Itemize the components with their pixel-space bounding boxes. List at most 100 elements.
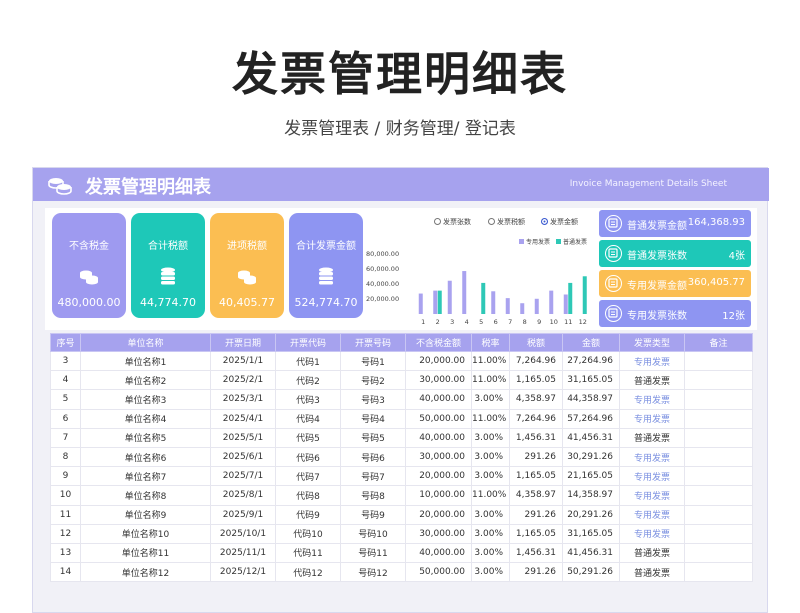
table-cell[interactable]: 号码8 (340, 485, 406, 506)
table-cell[interactable]: 14,358.97 (562, 485, 620, 506)
table-cell[interactable]: 31,165.05 (562, 523, 620, 544)
bar-special-4[interactable] (462, 271, 467, 314)
table-cell[interactable]: 30,000.00 (405, 523, 472, 544)
table-cell[interactable]: 代码8 (275, 485, 341, 506)
table-row[interactable]: 13 单位名称11 2025/11/1 代码11 号码11 40,000.00 3.00% 1… (50, 542, 753, 564)
bar-normal-5[interactable] (481, 282, 486, 314)
table-cell[interactable]: 30,291.26 (562, 446, 620, 468)
table-cell[interactable]: 57,264.96 (562, 408, 620, 429)
table-cell[interactable]: 代码10 (275, 523, 341, 544)
table-cell[interactable]: 专用发票 (619, 446, 685, 468)
table-cell[interactable]: 专用发票 (619, 408, 685, 429)
table-cell[interactable]: 11.00% (471, 370, 510, 391)
table-cell[interactable]: 40,000.00 (405, 427, 472, 448)
table-cell[interactable]: 号码6 (340, 446, 406, 468)
table-cell[interactable]: 代码7 (275, 466, 341, 487)
table-cell[interactable]: 2025/12/1 (210, 562, 276, 583)
table-cell[interactable]: 3.00% (471, 562, 510, 583)
bar-special-11[interactable] (563, 294, 568, 315)
table-row[interactable]: 10 单位名称8 2025/8/1 代码8 号码8 10,000.00 11.00% 4,35… (50, 485, 753, 506)
table-cell[interactable]: 号码5 (340, 427, 406, 448)
table-cell[interactable]: 2025/6/1 (210, 446, 276, 468)
table-cell[interactable]: 3.00% (471, 446, 510, 468)
table-cell[interactable] (684, 542, 753, 564)
bar-normal-11[interactable] (568, 282, 573, 314)
bar-normal-2[interactable] (437, 290, 442, 314)
table-cell[interactable]: 9 (50, 466, 81, 487)
table-cell[interactable]: 41,456.31 (562, 427, 620, 448)
table-row[interactable]: 11 单位名称9 2025/9/1 代码9 号码9 20,000.00 3.00% 291.2… (50, 504, 753, 525)
bar-special-8[interactable] (520, 303, 525, 314)
column-header[interactable]: 不含税金额 (405, 333, 472, 352)
table-cell[interactable]: 30,000.00 (405, 446, 472, 468)
table-cell[interactable]: 普通发票 (619, 427, 685, 448)
table-cell[interactable]: 40,000.00 (405, 542, 472, 564)
table-cell[interactable]: 代码12 (275, 562, 341, 583)
table-cell[interactable]: 10 (50, 485, 81, 506)
table-cell[interactable]: 7,264.96 (509, 408, 563, 429)
table-cell[interactable]: 1,456.31 (509, 542, 563, 564)
column-header[interactable]: 税额 (509, 333, 563, 352)
table-cell[interactable]: 3 (50, 350, 81, 372)
table-cell[interactable]: 11.00% (471, 350, 510, 372)
table-cell[interactable]: 11.00% (471, 408, 510, 429)
table-row[interactable]: 7 单位名称5 2025/5/1 代码5 号码5 40,000.00 3.00% 1,456.… (50, 427, 753, 448)
column-header[interactable]: 序号 (50, 333, 81, 352)
table-cell[interactable]: 代码4 (275, 408, 341, 429)
table-row[interactable]: 6 单位名称4 2025/4/1 代码4 号码4 50,000.00 11.00% 7,264… (50, 408, 753, 429)
table-cell[interactable]: 44,358.97 (562, 389, 620, 410)
table-cell[interactable]: 1,456.31 (509, 427, 563, 448)
table-cell[interactable]: 普通发票 (619, 370, 685, 391)
table-cell[interactable]: 2025/1/1 (210, 350, 276, 372)
table-cell[interactable]: 11.00% (471, 485, 510, 506)
table-cell[interactable]: 号码11 (340, 542, 406, 564)
bar-special-6[interactable] (491, 291, 496, 314)
table-cell[interactable]: 41,456.31 (562, 542, 620, 564)
table-cell[interactable]: 3.00% (471, 523, 510, 544)
table-cell[interactable]: 号码7 (340, 466, 406, 487)
table-cell[interactable]: 2025/4/1 (210, 408, 276, 429)
table-cell[interactable]: 5 (50, 389, 81, 410)
table-cell[interactable]: 2025/10/1 (210, 523, 276, 544)
table-cell[interactable]: 号码4 (340, 408, 406, 429)
column-header[interactable]: 备注 (684, 333, 753, 352)
table-cell[interactable]: 专用发票 (619, 466, 685, 487)
table-cell[interactable]: 单位名称5 (80, 427, 211, 448)
column-header[interactable]: 单位名称 (80, 333, 211, 352)
table-cell[interactable]: 普通发票 (619, 542, 685, 564)
table-cell[interactable]: 40,000.00 (405, 389, 472, 410)
table-cell[interactable] (684, 408, 753, 429)
table-cell[interactable]: 50,000.00 (405, 562, 472, 583)
table-row[interactable]: 12 单位名称10 2025/10/1 代码10 号码10 30,000.00 3.00% 1… (50, 523, 753, 544)
table-cell[interactable]: 291.26 (509, 504, 563, 525)
table-cell[interactable] (684, 350, 753, 372)
bar-special-1[interactable] (418, 293, 423, 314)
table-cell[interactable]: 单位名称3 (80, 389, 211, 410)
table-cell[interactable]: 1,165.05 (509, 523, 563, 544)
table-cell[interactable]: 代码6 (275, 446, 341, 468)
table-cell[interactable]: 普通发票 (619, 562, 685, 583)
table-cell[interactable]: 50,291.26 (562, 562, 620, 583)
table-row[interactable]: 5 单位名称3 2025/3/1 代码3 号码3 40,000.00 3.00% 4,358.… (50, 389, 753, 410)
bar-special-9[interactable] (534, 298, 539, 314)
table-cell[interactable]: 单位名称2 (80, 370, 211, 391)
table-cell[interactable] (684, 389, 753, 410)
table-cell[interactable]: 291.26 (509, 446, 563, 468)
table-cell[interactable]: 20,000.00 (405, 504, 472, 525)
table-cell[interactable]: 7,264.96 (509, 350, 563, 372)
table-cell[interactable]: 单位名称7 (80, 466, 211, 487)
table-cell[interactable]: 号码1 (340, 350, 406, 372)
bar-special-7[interactable] (505, 298, 510, 314)
table-cell[interactable]: 代码1 (275, 350, 341, 372)
table-cell[interactable] (684, 427, 753, 448)
table-cell[interactable]: 3.00% (471, 542, 510, 564)
table-cell[interactable]: 3.00% (471, 504, 510, 525)
table-cell[interactable]: 4,358.97 (509, 485, 563, 506)
table-cell[interactable]: 2025/5/1 (210, 427, 276, 448)
table-cell[interactable] (684, 446, 753, 468)
table-row[interactable]: 4 单位名称2 2025/2/1 代码2 号码2 30,000.00 11.00% 1,165… (50, 370, 753, 391)
table-cell[interactable]: 单位名称4 (80, 408, 211, 429)
table-cell[interactable]: 1,165.05 (509, 370, 563, 391)
table-cell[interactable]: 代码5 (275, 427, 341, 448)
table-cell[interactable]: 号码10 (340, 523, 406, 544)
